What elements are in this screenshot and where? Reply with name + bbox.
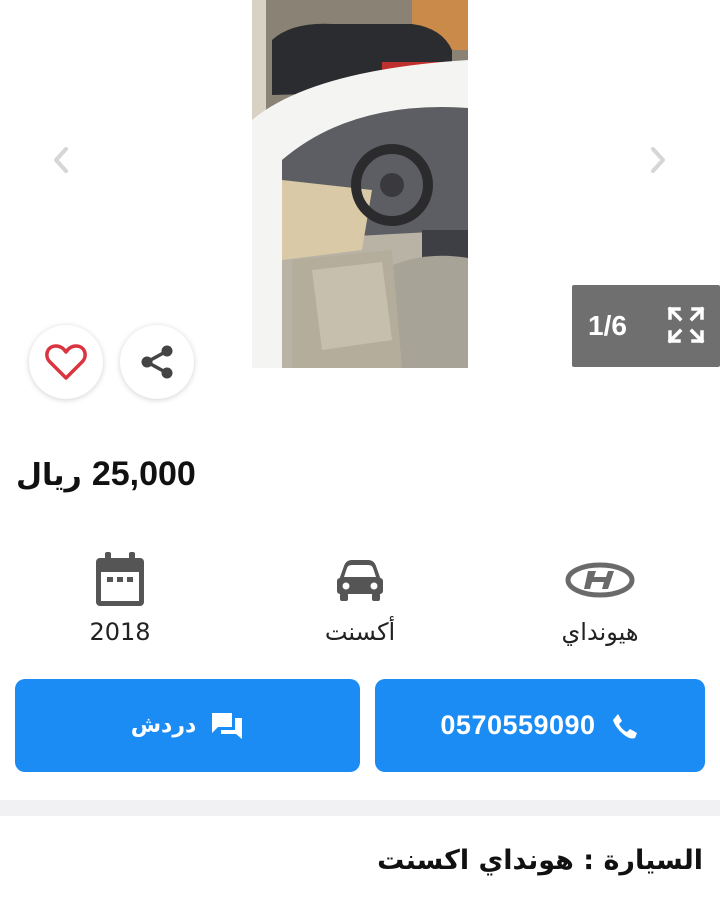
spec-year: 2018 xyxy=(20,550,220,646)
next-photo-button[interactable] xyxy=(642,144,674,176)
price: 25,000 ريال xyxy=(16,455,196,505)
chevron-right-icon xyxy=(651,147,665,173)
call-button[interactable]: 0570559090 xyxy=(375,679,705,772)
spec-brand-label: هيونداي xyxy=(561,618,639,646)
car-details-title: السيارة : هونداي اكسنت xyxy=(377,845,703,876)
share-button[interactable] xyxy=(120,325,194,399)
calendar-icon xyxy=(94,550,146,610)
price-amount: 25,000 xyxy=(91,455,196,493)
car-icon xyxy=(334,550,386,610)
prev-photo-button[interactable] xyxy=(45,144,77,176)
spec-model: أكسنت xyxy=(260,550,460,646)
call-button-number: 0570559090 xyxy=(440,710,596,740)
car-interior-photo[interactable] xyxy=(252,0,468,368)
section-divider xyxy=(0,800,720,816)
chevron-left-icon xyxy=(54,147,68,173)
spec-model-label: أكسنت xyxy=(324,618,396,646)
chat-button[interactable]: دردش xyxy=(15,679,360,772)
spec-brand: هيونداي xyxy=(500,550,700,646)
hyundai-logo-icon xyxy=(564,550,636,610)
photo-gallery[interactable]: 1/6 xyxy=(0,0,720,399)
photo-counter-text: 1/6 xyxy=(588,310,627,341)
price-currency: ريال xyxy=(16,458,82,493)
phone-icon xyxy=(612,713,637,738)
chat-button-label: دردش xyxy=(130,713,197,738)
spec-year-label: 2018 xyxy=(89,618,151,646)
chat-icon xyxy=(212,712,243,739)
listing-page: 1/6 25,000 ريال هيونداي أكسنت 2018 05705… xyxy=(0,0,720,924)
photo-counter[interactable]: 1/6 xyxy=(572,285,720,367)
favorite-button[interactable] xyxy=(29,325,103,399)
heart-icon xyxy=(45,344,87,380)
share-icon xyxy=(141,345,173,379)
expand-icon[interactable] xyxy=(666,305,706,345)
